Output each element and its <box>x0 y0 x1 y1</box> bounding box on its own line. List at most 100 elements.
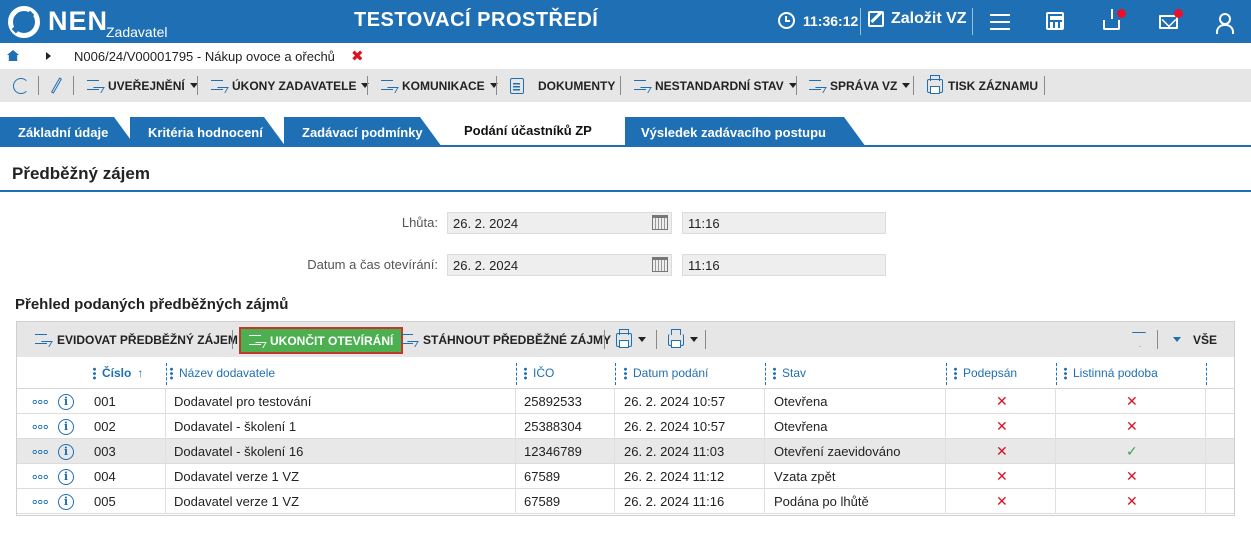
filter-button[interactable] <box>1132 322 1146 357</box>
table-row-selected[interactable]: i 003 Dodavatel - školení 16 12346789 26… <box>17 439 1234 464</box>
export-menu[interactable] <box>668 322 698 357</box>
nen-logo-icon[interactable] <box>8 6 40 38</box>
column-signed[interactable]: Podepsán <box>954 357 1017 389</box>
column-menu-icon[interactable] <box>93 366 96 380</box>
column-submitted[interactable]: Datum podání <box>624 357 708 389</box>
toolbar-divider <box>705 330 706 349</box>
more-options-icon[interactable] <box>32 423 48 430</box>
refresh-button[interactable] <box>13 69 29 102</box>
column-menu-icon[interactable] <box>524 366 527 380</box>
column-divider[interactable] <box>1206 363 1207 385</box>
column-divider[interactable] <box>1056 363 1057 385</box>
column-paper[interactable]: Listinná podoba <box>1064 357 1158 389</box>
pencil-icon <box>50 77 63 94</box>
calculator-icon[interactable] <box>1046 12 1064 30</box>
table-row[interactable]: i 005 Dodavatel verze 1 VZ 67589 26. 2. … <box>17 489 1234 514</box>
breadcrumb-current[interactable]: N006/24/V00001795 - Nákup ovoce a ořechů <box>74 49 335 64</box>
inbox-tray-icon[interactable] <box>1103 9 1120 30</box>
column-divider[interactable] <box>765 363 766 385</box>
toolbar-divider <box>1157 330 1158 349</box>
publish-menu[interactable]: UVEŘEJNĚNÍ <box>87 69 198 102</box>
filter-all-dropdown[interactable]: VŠE <box>1173 322 1217 357</box>
home-icon[interactable] <box>7 50 19 61</box>
edit-button[interactable] <box>50 69 63 102</box>
column-number[interactable]: Číslo ↑ <box>93 357 143 389</box>
cell-divider <box>764 489 765 514</box>
info-icon[interactable]: i <box>58 443 74 460</box>
cell-divider <box>165 439 166 464</box>
table-row[interactable]: i 004 Dodavatel verze 1 VZ 67589 26. 2. … <box>17 464 1234 489</box>
info-icon[interactable]: i <box>58 393 74 410</box>
column-status[interactable]: Stav <box>773 357 806 389</box>
more-options-icon[interactable] <box>32 398 48 405</box>
deadline-time-field[interactable]: 11:16 <box>682 212 886 234</box>
cell-divider <box>614 489 615 514</box>
logo-subtitle: Zadavatel <box>106 24 168 40</box>
not-signed-icon: ✕ <box>996 493 1008 509</box>
column-divider[interactable] <box>946 363 947 385</box>
column-menu-icon[interactable] <box>773 366 776 380</box>
column-divider[interactable] <box>166 363 167 385</box>
cell-divider <box>614 439 615 464</box>
tab-bar: Základní údaje Kritéria hodnocení Zadáva… <box>0 114 1251 147</box>
cell-divider <box>764 464 765 489</box>
preliminary-interest-grid: EVIDOVAT PŘEDBĚŽNÝ ZÁJEM UKONČIT OTEVÍRÁ… <box>16 321 1235 516</box>
tab-evaluation-criteria[interactable]: Kritéria hodnocení <box>130 117 286 147</box>
column-menu-icon[interactable] <box>1064 366 1067 380</box>
print-label: TISK ZÁZNAMU <box>948 78 1038 93</box>
deadline-date-field[interactable]: 26. 2. 2024 <box>447 212 672 234</box>
column-menu-icon[interactable] <box>954 366 957 380</box>
info-icon[interactable]: i <box>58 468 74 485</box>
tab-participant-submissions[interactable]: Podání účastníků ZP <box>445 114 625 147</box>
logo-text[interactable]: NEN <box>48 6 108 37</box>
cell-number: 005 <box>94 494 116 509</box>
contract-management-menu[interactable]: SPRÁVA VZ <box>809 69 911 102</box>
info-icon[interactable]: i <box>58 418 74 435</box>
clock-icon <box>778 12 795 29</box>
column-menu-icon[interactable] <box>170 366 173 380</box>
column-ico[interactable]: IČO <box>524 357 554 389</box>
header-divider <box>860 8 861 35</box>
tab-basic-info[interactable]: Základní údaje <box>0 117 136 147</box>
nonstandard-state-menu[interactable]: NESTANDARDNÍ STAV <box>634 69 797 102</box>
create-contract-label: Založit VZ <box>891 10 967 27</box>
create-contract-button[interactable]: Založit VZ <box>868 10 967 28</box>
actions-menu[interactable]: ÚKONY ZADAVATELE <box>211 69 370 102</box>
close-icon[interactable]: ✖ <box>351 47 364 65</box>
download-interests-button[interactable]: STÁHNOUT PŘEDBĚŽNÉ ZÁJMY <box>401 322 611 357</box>
no-paper-form-icon: ✕ <box>1126 393 1138 409</box>
action-toolbar: UVEŘEJNĚNÍ ÚKONY ZADAVATELE KOMUNIKACE D… <box>0 69 1251 102</box>
calendar-icon[interactable] <box>652 215 668 230</box>
more-options-icon[interactable] <box>32 498 48 505</box>
caret-down-icon <box>690 337 698 342</box>
grid-toolbar: EVIDOVAT PŘEDBĚŽNÝ ZÁJEM UKONČIT OTEVÍRÁ… <box>17 322 1234 357</box>
workflow-icon <box>87 79 103 93</box>
hamburger-menu-icon[interactable] <box>990 14 1010 34</box>
nonstandard-label: NESTANDARDNÍ STAV <box>655 78 784 93</box>
more-options-icon[interactable] <box>32 448 48 455</box>
register-interest-button[interactable]: EVIDOVAT PŘEDBĚŽNÝ ZÁJEM <box>35 322 238 357</box>
column-menu-icon[interactable] <box>624 366 627 380</box>
finish-opening-button[interactable]: UKONČIT OTEVÍRÁNÍ <box>239 327 404 354</box>
calendar-icon[interactable] <box>652 257 668 272</box>
caret-down-icon <box>361 83 370 88</box>
info-icon[interactable]: i <box>58 493 74 510</box>
table-row[interactable]: i 002 Dodavatel - školení 1 25388304 26.… <box>17 414 1234 439</box>
column-supplier[interactable]: Název dodavatele <box>170 357 275 389</box>
print-record-button[interactable]: TISK ZÁZNAMU <box>927 69 1038 102</box>
print-menu[interactable] <box>616 322 646 357</box>
column-divider[interactable] <box>516 363 517 385</box>
opening-date-field[interactable]: 26. 2. 2024 <box>447 254 672 276</box>
cell-status: Vzata zpět <box>774 469 836 484</box>
user-icon[interactable] <box>1216 13 1234 34</box>
communication-menu[interactable]: KOMUNIKACE <box>381 69 498 102</box>
opening-time-field[interactable]: 11:16 <box>682 254 886 276</box>
tab-procedure-result[interactable]: Výsledek zadávacího postupu <box>623 117 866 147</box>
column-divider[interactable] <box>615 363 616 385</box>
more-options-icon[interactable] <box>32 473 48 480</box>
documents-button[interactable]: DOKUMENTY <box>510 69 615 102</box>
tab-tender-conditions[interactable]: Zadávací podmínky <box>284 117 442 147</box>
column-supplier-label: Název dodavatele <box>179 366 276 380</box>
table-row[interactable]: i 001 Dodavatel pro testování 25892533 2… <box>17 389 1234 414</box>
list-title: Přehled podaných předběžných zájmů <box>15 296 289 313</box>
